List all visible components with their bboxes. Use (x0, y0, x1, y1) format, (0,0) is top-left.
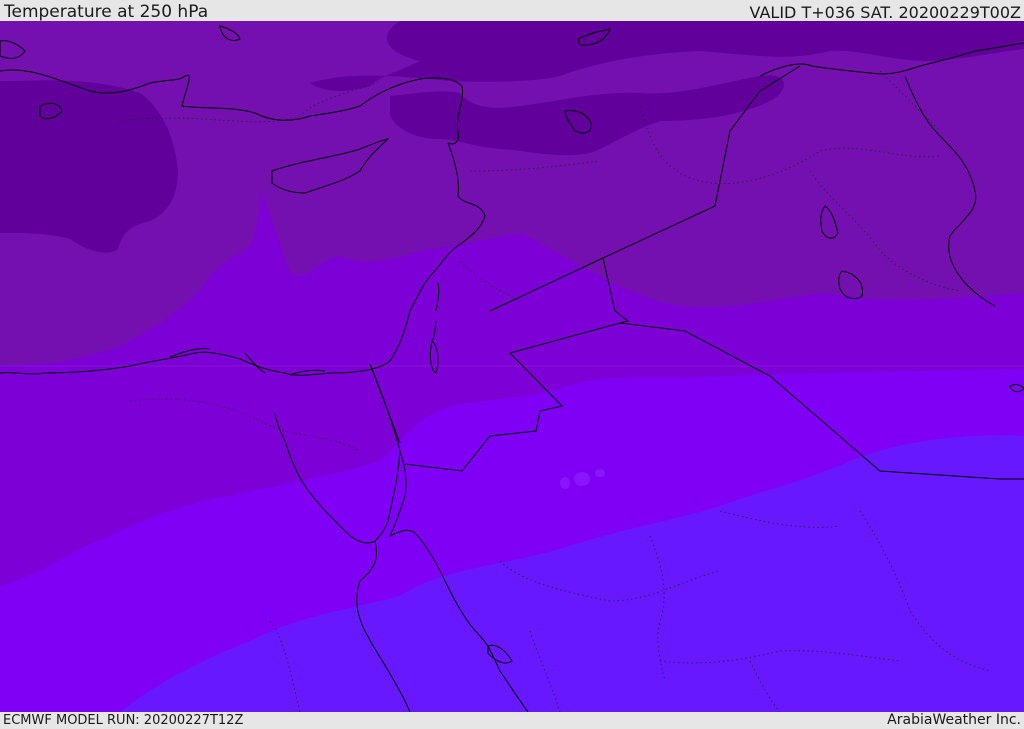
valid-time: VALID T+036 SAT. 20200229T00Z (749, 3, 1021, 22)
footer-bar: ECMWF MODEL RUN: 20200227T12Z ArabiaWeat… (0, 712, 1024, 729)
header-bar: Temperature at 250 hPa VALID T+036 SAT. … (0, 0, 1024, 22)
model-run-label: ECMWF MODEL RUN: 20200227T12Z (3, 713, 244, 728)
map-title: Temperature at 250 hPa (4, 2, 209, 22)
credit-label: ArabiaWeather Inc. (887, 712, 1021, 728)
temperature-map (0, 21, 1024, 712)
